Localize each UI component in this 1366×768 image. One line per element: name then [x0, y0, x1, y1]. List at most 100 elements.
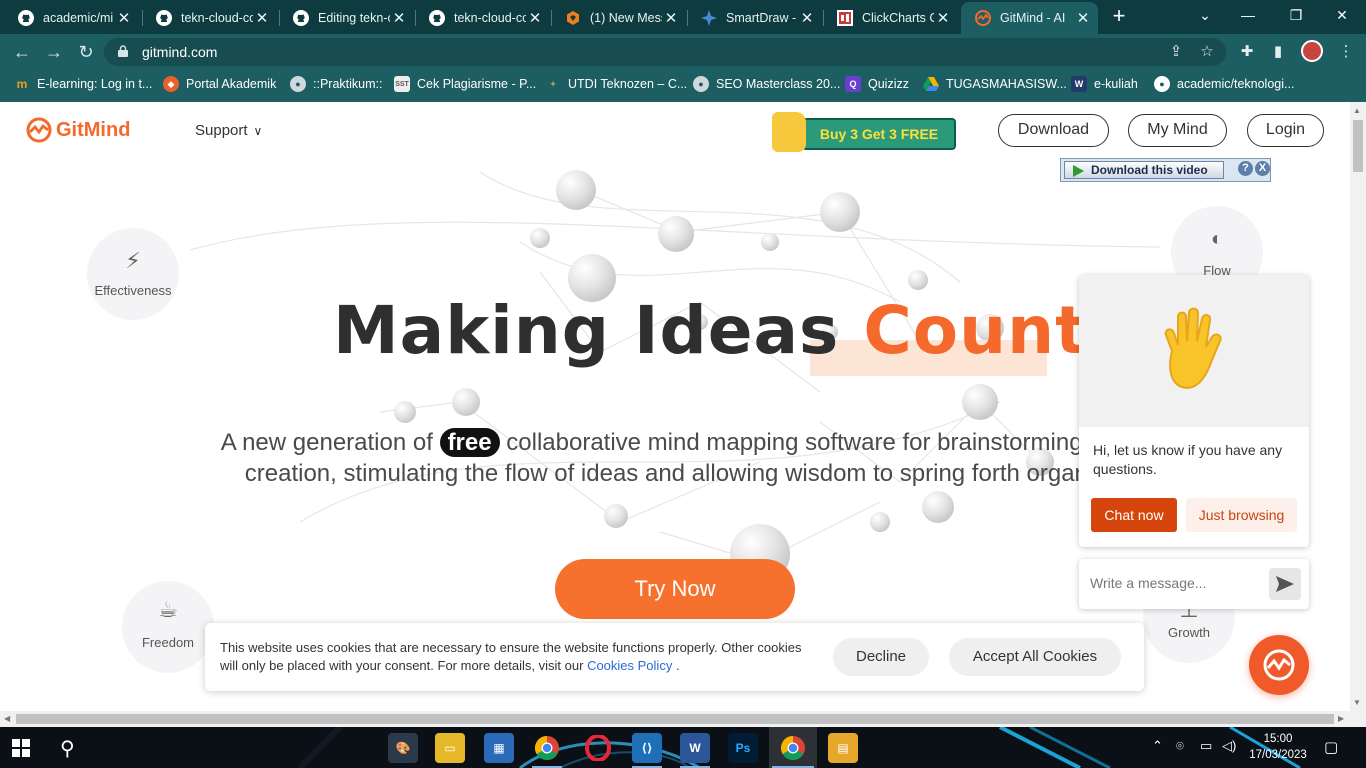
search-icon[interactable]: ⚲: [60, 736, 75, 761]
bookmark-item[interactable]: ● SEO Masterclass 20...: [693, 76, 840, 92]
browser-tab[interactable]: tekn-cloud-cc ✕: [142, 4, 277, 32]
menu-icon[interactable]: ⋮: [1336, 42, 1356, 62]
smartdraw-icon: [701, 10, 717, 26]
portal-icon: ◆: [163, 76, 179, 92]
bookmark-item[interactable]: m E-learning: Log in t...: [14, 76, 153, 92]
extensions-icon[interactable]: ✚: [1237, 42, 1257, 62]
browser-tab[interactable]: (1) New Mess ✕: [551, 4, 686, 32]
download-button[interactable]: Download: [998, 114, 1109, 147]
back-icon[interactable]: ←: [10, 40, 34, 64]
promo-banner[interactable]: Buy 3 Get 3 FREE: [772, 110, 958, 152]
try-now-button[interactable]: Try Now: [555, 559, 795, 619]
profile-avatar[interactable]: [1301, 40, 1323, 62]
word-icon[interactable]: W: [680, 733, 710, 763]
network-icon[interactable]: ▭: [1200, 738, 1212, 754]
address-bar[interactable]: gitmind.com: [104, 38, 1226, 66]
vertical-scrollbar[interactable]: ▲ ▼: [1350, 102, 1366, 711]
bookmark-item[interactable]: ●::Praktikum::: [290, 76, 382, 92]
chrome-profile-icon[interactable]: [778, 733, 808, 763]
bookmark-star-icon[interactable]: ☆: [1197, 42, 1217, 62]
bookmark-label: academic/teknologi...: [1177, 77, 1295, 91]
close-tab-icon[interactable]: ✕: [390, 9, 408, 27]
scroll-right-icon[interactable]: ▶: [1338, 714, 1344, 723]
scroll-up-icon[interactable]: ▲: [1353, 106, 1361, 115]
bookmark-item[interactable]: ● academic/teknologi...: [1154, 76, 1294, 92]
cookies-policy-link[interactable]: Cookies Policy: [587, 658, 672, 673]
bookmark-item[interactable]: TUGASMAHASISW...: [923, 76, 1067, 92]
cookie-banner: This website uses cookies that are neces…: [205, 623, 1144, 691]
scrollbar-thumb[interactable]: [1353, 120, 1363, 172]
tab-title: ClickCharts Ch: [862, 11, 934, 25]
chrome-icon[interactable]: [532, 733, 562, 763]
scroll-left-icon[interactable]: ◀: [4, 714, 10, 723]
close-icon[interactable]: X: [1255, 161, 1270, 176]
side-panel-icon[interactable]: ▮: [1268, 42, 1288, 62]
gitmind-logo-icon: [26, 117, 52, 143]
opera-icon[interactable]: [583, 733, 613, 763]
close-tab-icon[interactable]: ✕: [526, 9, 544, 27]
bookmarks-bar: m E-learning: Log in t... ◆ Portal Akademi…: [0, 69, 1366, 102]
vscode-icon[interactable]: ⟨⟩: [632, 733, 662, 763]
bookmark-item[interactable]: Q Quizizz: [845, 76, 909, 92]
scrollbar-thumb[interactable]: [16, 714, 1334, 724]
gitmind-logo[interactable]: GitMind: [26, 117, 130, 143]
bookmark-item[interactable]: SST Cek Plagiarisme - P...: [394, 76, 536, 92]
close-tab-icon[interactable]: ✕: [798, 9, 816, 27]
reload-icon[interactable]: ↻: [74, 40, 98, 64]
moodle-icon: m: [16, 77, 28, 91]
globe-icon: ●: [693, 76, 709, 92]
download-video-button[interactable]: Download this video: [1064, 161, 1224, 179]
accept-all-cookies-button[interactable]: Accept All Cookies: [949, 638, 1121, 676]
chat-now-button[interactable]: Chat now: [1091, 498, 1177, 532]
notifications-icon[interactable]: ▢: [1324, 738, 1338, 756]
meet-now-icon[interactable]: ⌾: [1176, 738, 1184, 754]
globe-icon: ◐: [1210, 228, 1224, 250]
decline-cookies-button[interactable]: Decline: [833, 638, 929, 676]
help-icon[interactable]: ?: [1238, 161, 1253, 176]
close-tab-icon[interactable]: ✕: [253, 9, 271, 27]
control-panel-icon[interactable]: ▦: [484, 733, 514, 763]
browser-tab[interactable]: tekn-cloud-cc ✕: [415, 4, 550, 32]
bookmark-item[interactable]: We-kuliah: [1071, 76, 1138, 92]
photoshop-icon[interactable]: Ps: [728, 733, 758, 763]
login-button[interactable]: Login: [1247, 114, 1324, 147]
bookmark-item[interactable]: ✦ UTDI Teknozen – C...: [545, 76, 687, 92]
volume-icon[interactable]: ◁): [1222, 738, 1236, 754]
minimize-button[interactable]: —: [1228, 4, 1268, 26]
file-explorer-icon[interactable]: ▭: [435, 733, 465, 763]
chat-launcher-button[interactable]: [1249, 635, 1309, 695]
just-browsing-button[interactable]: Just browsing: [1186, 498, 1297, 532]
close-tab-icon[interactable]: ✕: [1074, 9, 1092, 27]
scroll-down-icon[interactable]: ▼: [1353, 698, 1361, 707]
browser-tab[interactable]: Editing tekn-c ✕: [279, 4, 414, 32]
new-tab-button[interactable]: +: [1108, 5, 1130, 28]
bookmark-label: SEO Masterclass 20...: [716, 77, 841, 91]
browser-tab[interactable]: ClickCharts Ch ✕: [823, 4, 958, 32]
lock-icon[interactable]: [118, 45, 128, 57]
horizontal-scrollbar[interactable]: ◀ ▶: [0, 711, 1366, 727]
tray-chevron-icon[interactable]: ⌃: [1152, 738, 1163, 754]
restore-button[interactable]: ❐: [1276, 4, 1316, 26]
my-mind-button[interactable]: My Mind: [1128, 114, 1227, 147]
windows-start-icon[interactable]: [12, 739, 30, 762]
share-icon[interactable]: ⇪: [1166, 42, 1186, 62]
tab-title: GitMind - AI: [1000, 11, 1066, 25]
archive-app-icon[interactable]: ▤: [828, 733, 858, 763]
close-tab-icon[interactable]: ✕: [934, 9, 952, 27]
close-tab-icon[interactable]: ✕: [115, 9, 133, 27]
close-window-button[interactable]: ✕: [1322, 4, 1362, 26]
chat-message-input[interactable]: Write a message...: [1079, 559, 1309, 609]
tab-search-icon[interactable]: ⌄: [1185, 4, 1225, 26]
play-icon: [1073, 165, 1084, 177]
browser-tab[interactable]: SmartDraw - ✕: [687, 4, 822, 32]
browser-tab-active[interactable]: GitMind - AI ✕: [961, 2, 1098, 34]
send-button[interactable]: [1269, 568, 1301, 600]
support-menu[interactable]: Support ∨: [195, 122, 262, 139]
close-tab-icon[interactable]: ✕: [662, 9, 680, 27]
lightning-icon: ⚡: [125, 248, 141, 273]
system-clock[interactable]: 15:00 17/03/2023: [1238, 731, 1318, 763]
paint-app-icon[interactable]: 🎨: [388, 733, 418, 763]
browser-tab[interactable]: academic/mi ✕: [4, 4, 139, 32]
forward-icon[interactable]: →: [42, 40, 66, 64]
bookmark-item[interactable]: ◆ Portal Akademik: [163, 76, 276, 92]
